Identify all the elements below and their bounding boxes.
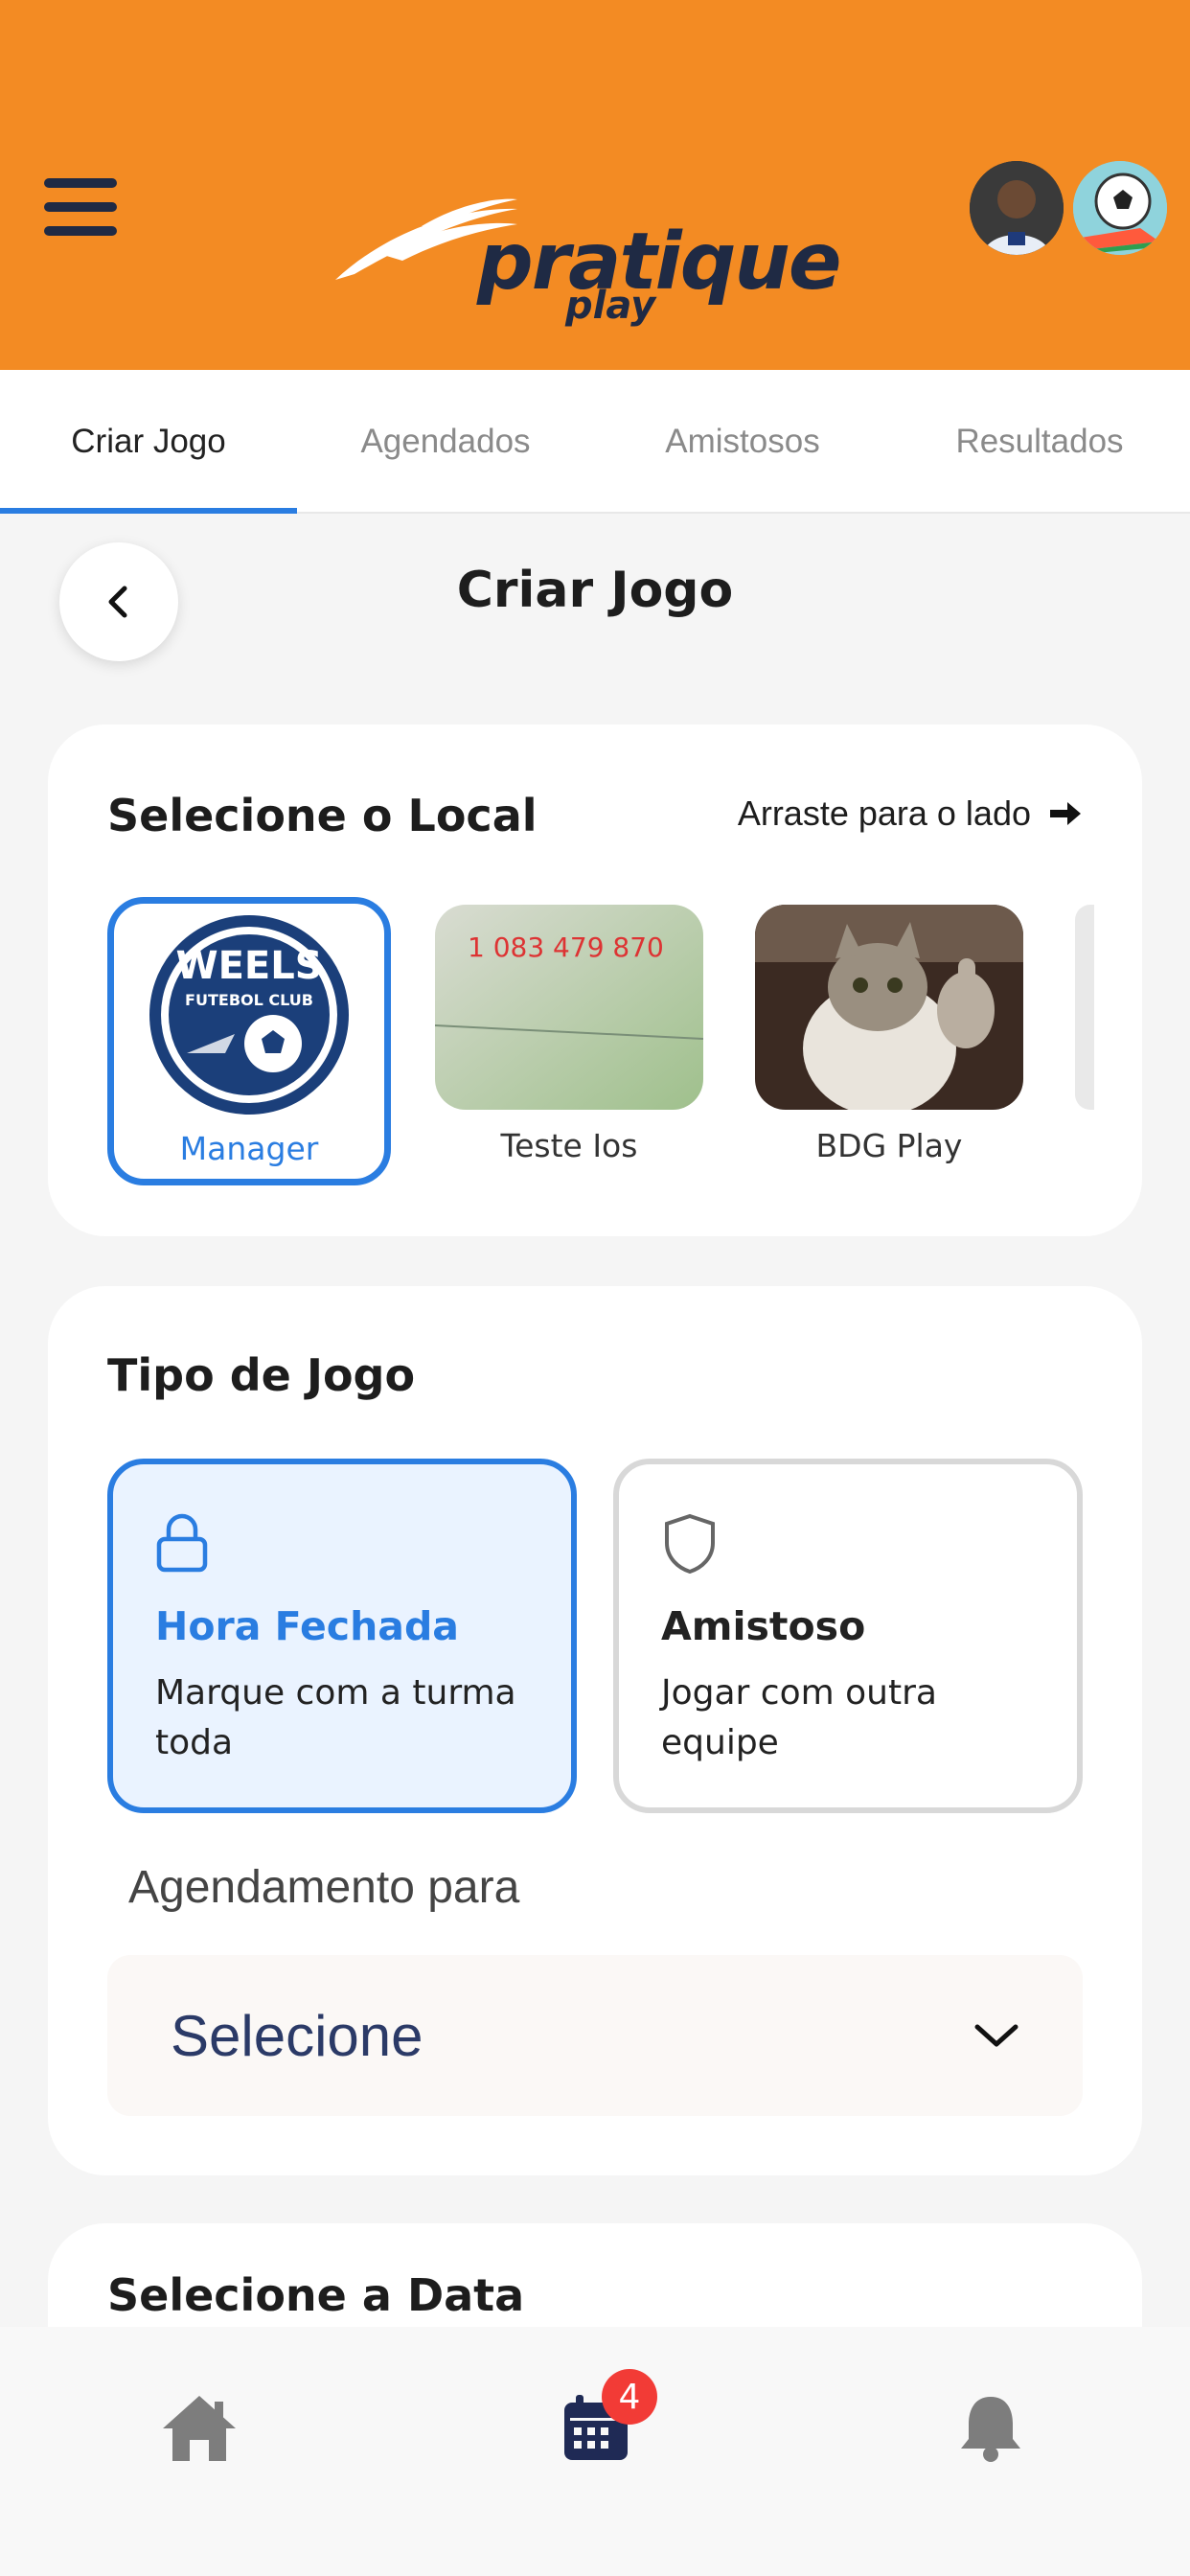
bottom-nav: 4 xyxy=(0,2327,1190,2576)
data-title: Selecione a Data xyxy=(107,2269,525,2321)
bell-icon xyxy=(961,2397,1020,2462)
tab-bar: Criar Jogo Agendados Amistosos Resultado… xyxy=(0,370,1190,514)
venue-label: Manager xyxy=(179,1130,319,1167)
app-logo: pratique play xyxy=(326,188,841,332)
shield-icon xyxy=(665,1513,715,1575)
user-avatar[interactable] xyxy=(970,161,1064,255)
tipo-title: Tipo de Jogo xyxy=(107,1349,416,1401)
venue-bdg-play-thumb xyxy=(755,905,1023,1110)
venue-label: BDG Play xyxy=(815,1127,963,1164)
active-tab-indicator xyxy=(0,508,297,514)
photo-text: 1 083 479 870 xyxy=(468,932,664,963)
hamburger-icon xyxy=(44,178,117,188)
venue-bdg-play[interactable]: BDG Play xyxy=(755,905,1023,1164)
tab-resultados[interactable]: Resultados xyxy=(891,370,1188,514)
nav-calendar[interactable]: 4 xyxy=(548,2369,657,2476)
logo-text: pratique xyxy=(477,217,841,308)
logo-arc-top: WEELS xyxy=(175,944,322,988)
user-photo-icon xyxy=(970,161,1064,255)
option-title: Hora Fechada xyxy=(155,1603,459,1649)
select-value: Selecione xyxy=(171,2003,423,2068)
venue-next-partial[interactable] xyxy=(1075,905,1094,1110)
venue-label: Teste Ios xyxy=(500,1127,638,1164)
tab-agendados[interactable]: Agendados xyxy=(297,370,594,514)
tab-criar-jogo[interactable]: Criar Jogo xyxy=(0,370,297,514)
soccer-ball-icon xyxy=(1073,161,1167,255)
schedule-label: Agendamento para xyxy=(128,1862,520,1913)
arrow-right-icon xyxy=(1050,802,1081,825)
tab-amistosos[interactable]: Amistosos xyxy=(594,370,891,514)
tipo-card: Tipo de Jogo Hora Fechada Marque com a t… xyxy=(48,1286,1142,2175)
logo-ring-text: FUTEBOL CLUB xyxy=(185,991,313,1009)
menu-button[interactable] xyxy=(44,178,121,236)
page-title: Criar Jogo xyxy=(456,562,734,619)
logo-subtext: play xyxy=(565,284,656,328)
option-description: Jogar com outra equipe xyxy=(661,1673,937,1762)
venue-manager[interactable]: WEELS FUTEBOL CLUB Manager xyxy=(107,897,391,1185)
option-title: Amistoso xyxy=(661,1603,866,1649)
option-amistoso[interactable]: Amistoso Jogar com outra equipe xyxy=(613,1459,1083,1813)
venue-teste-ios[interactable]: 1 083 479 870 Teste Ios xyxy=(435,905,703,1164)
lock-icon xyxy=(156,1513,208,1573)
schedule-select[interactable]: Selecione xyxy=(107,1955,1083,2116)
swipe-hint: Arraste para o lado xyxy=(738,794,1083,834)
team-avatar[interactable] xyxy=(1073,161,1167,255)
option-description: Marque com a turma toda xyxy=(155,1673,516,1762)
local-card: Selecione o Local Arraste para o lado WE… xyxy=(48,724,1142,1236)
app-screen: pratique play Criar Jogo Agendados Amist… xyxy=(0,0,1190,2576)
weels-club-logo-icon: WEELS FUTEBOL CLUB xyxy=(120,909,378,1118)
venue-manager-thumb: WEELS FUTEBOL CLUB xyxy=(120,909,378,1118)
home-icon xyxy=(163,2396,236,2461)
local-title: Selecione o Local xyxy=(107,790,538,841)
option-hora-fechada[interactable]: Hora Fechada Marque com a turma toda xyxy=(107,1459,577,1813)
nav-home[interactable] xyxy=(151,2380,247,2476)
nav-notifications[interactable] xyxy=(943,2380,1039,2476)
app-header: pratique play xyxy=(0,0,1190,370)
cat-photo-icon xyxy=(755,905,1023,1110)
chevron-down-icon xyxy=(974,2024,1018,2047)
calendar-badge: 4 xyxy=(602,2369,657,2425)
venue-photo-icon: 1 083 479 870 xyxy=(435,905,703,1110)
venue-teste-ios-thumb: 1 083 479 870 xyxy=(435,905,703,1110)
swipe-hint-text: Arraste para o lado xyxy=(737,794,1031,833)
